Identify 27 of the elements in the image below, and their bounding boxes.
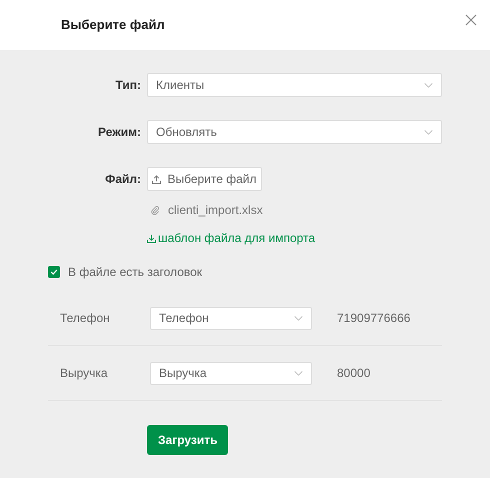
field-label: Тип: bbox=[114, 77, 142, 94]
checkbox[interactable] bbox=[48, 266, 60, 278]
sample-value: 80000 bbox=[337, 365, 370, 382]
choose-file-button[interactable]: Выберите файл bbox=[147, 167, 262, 191]
select-field[interactable]: Телефон bbox=[150, 306, 312, 330]
paperclip-icon bbox=[151, 206, 160, 214]
checkmark-icon bbox=[50, 268, 58, 276]
column-name: Выручка bbox=[59, 365, 109, 382]
dialog-title: Выберите файл bbox=[61, 16, 165, 34]
chevron-down-icon bbox=[294, 316, 303, 320]
column-name: Телефон bbox=[59, 310, 111, 327]
sample-value: 71909776666 bbox=[337, 310, 410, 327]
chevron-down-icon bbox=[294, 370, 303, 376]
file-name: clienti_import.xlsx bbox=[168, 202, 263, 219]
field-label: Файл: bbox=[104, 171, 142, 188]
upload-icon bbox=[152, 174, 162, 184]
select-field[interactable]: Обновлять bbox=[147, 120, 442, 144]
checkbox-label: В файле есть заголовок bbox=[68, 264, 202, 281]
close-icon[interactable] bbox=[465, 14, 477, 26]
select-field[interactable]: Выручка bbox=[150, 362, 312, 384]
template-download-link[interactable]: шаблон файла для импорта bbox=[147, 229, 316, 247]
select-field[interactable]: Клиенты bbox=[147, 73, 442, 97]
field-label: Режим: bbox=[97, 124, 142, 141]
download-icon bbox=[147, 234, 156, 242]
chevron-down-icon bbox=[424, 82, 433, 88]
upload-button[interactable]: Загрузить bbox=[147, 425, 228, 455]
chevron-down-icon bbox=[424, 130, 433, 134]
